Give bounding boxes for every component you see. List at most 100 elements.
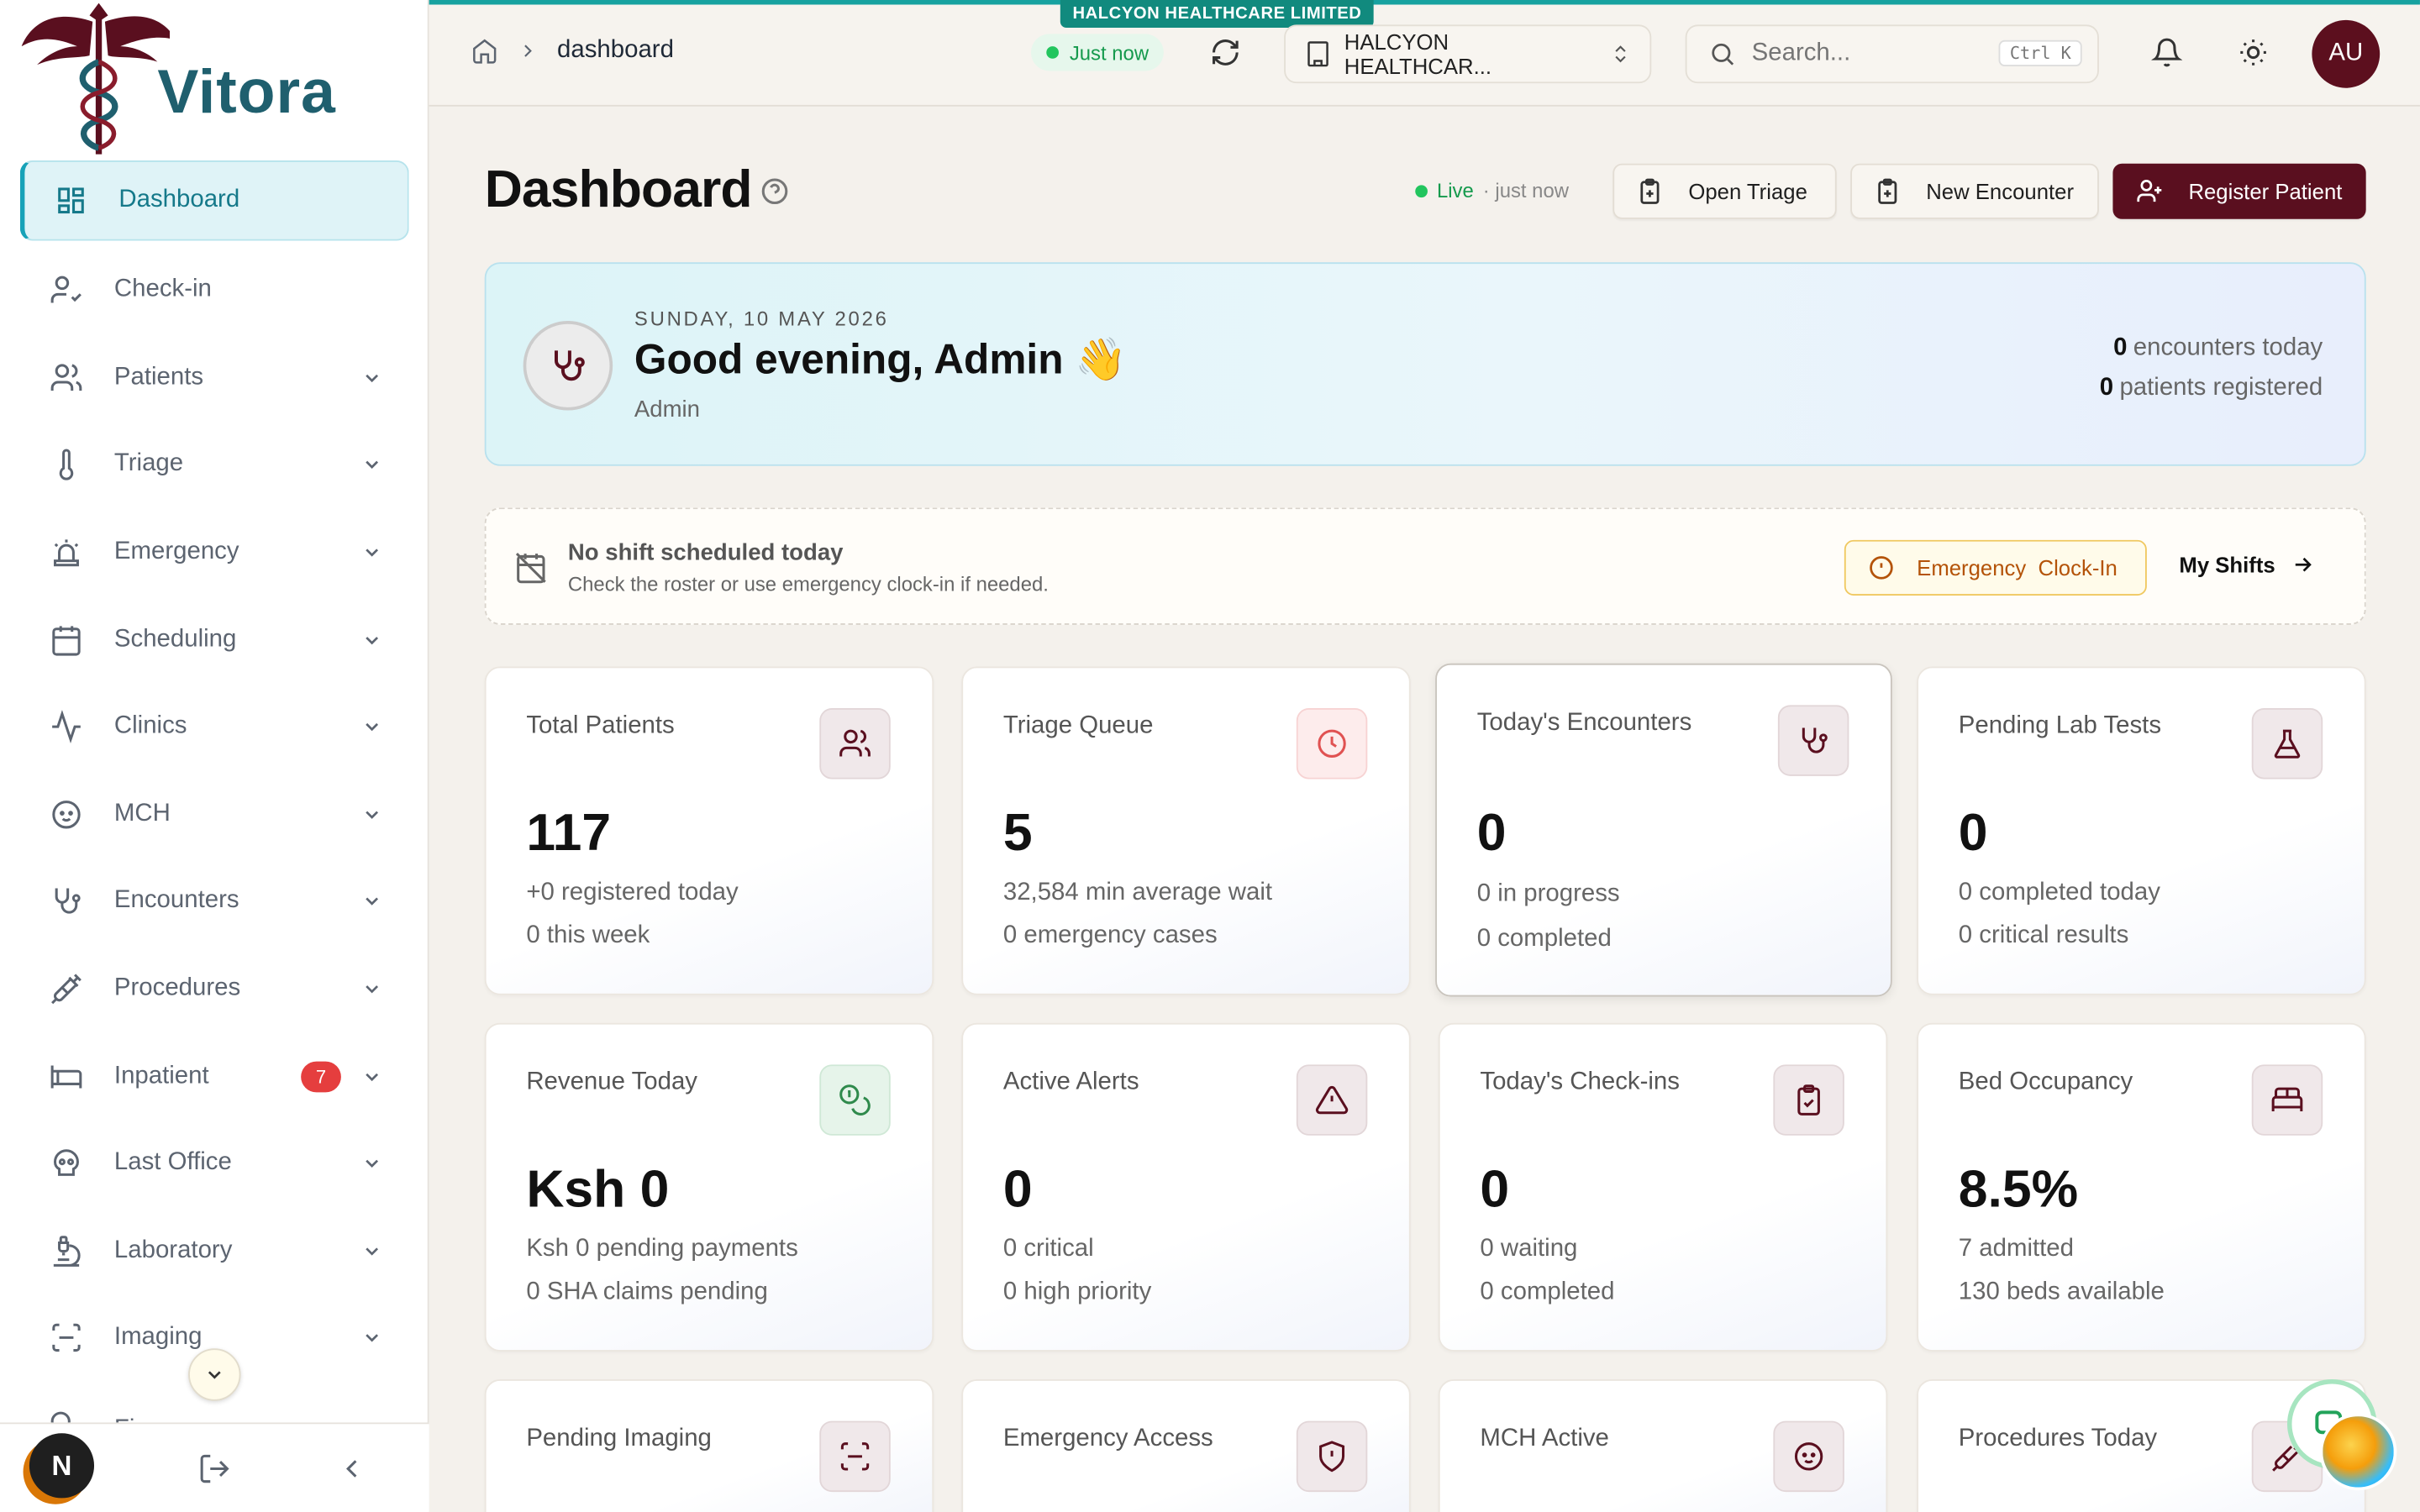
welcome-banner: SUNDAY, 10 MAY 2026 Good evening, Admin … [484,262,2366,466]
chevron-down-icon[interactable] [361,629,383,651]
logout-icon[interactable] [197,1452,231,1485]
sidebar-item-label: Clinics [113,713,187,740]
sidebar-item-label: Inpatient [113,1062,209,1089]
search-input[interactable] [1751,39,1984,68]
sidebar-item-last-office[interactable]: Last Office [0,1120,429,1207]
open-triage-button[interactable]: Open Triage [1612,163,1837,219]
stat-card-value: 5 [1002,803,1033,863]
notifications-bell-icon[interactable] [2151,37,2183,68]
syringe-icon [50,972,83,1005]
stat-card-pending-imaging[interactable]: Pending Imaging [484,1379,934,1512]
alert-circle-icon [1867,554,1895,581]
user-avatar-menu[interactable]: AU [2312,19,2381,88]
shift-title: No shift scheduled today [567,539,844,567]
stat-card-todays-encounters[interactable]: Today's Encounters 0 0 in progress 0 com… [1435,663,1892,997]
chevron-down-icon[interactable] [361,454,383,476]
sidebar-item-label: Imaging [113,1324,203,1351]
users-icon [819,708,891,780]
sidebar-item-clinics[interactable]: Clinics [0,684,429,771]
theme-toggle-sun-icon[interactable] [2238,37,2269,68]
sidebar-item-laboratory[interactable]: Laboratory [0,1207,429,1294]
clock-icon [1296,708,1368,780]
stat-card-detail: 0 this week [526,922,650,949]
chevron-down-icon[interactable] [361,1152,383,1174]
chevron-down-icon[interactable] [361,979,383,1000]
chevron-down-icon[interactable] [361,1327,383,1349]
stat-card-title: Pending Lab Tests [1958,712,2162,739]
page-title: Dashboard [484,160,753,219]
new-encounter-label: New Encounter [1926,179,2075,204]
sidebar-item-procedures[interactable]: Procedures [0,945,429,1032]
sidebar-item-encounters[interactable]: Encounters [0,858,429,945]
sidebar-item-scheduling[interactable]: Scheduling [0,596,429,684]
search-box[interactable]: Ctrl K [1685,24,2099,84]
register-patient-button[interactable]: Register Patient [2112,163,2366,219]
my-shifts-link[interactable]: My Shifts [2179,553,2315,577]
chevron-down-icon[interactable] [361,367,383,389]
users-icon [50,361,83,395]
chevron-down-icon[interactable] [361,542,383,564]
sidebar-item-label: Procedures [113,974,241,1002]
refresh-icon[interactable] [1210,37,1241,68]
stat-card-mch-active[interactable]: MCH Active [1438,1379,1888,1512]
chevron-down-icon[interactable] [361,891,383,913]
stat-card-triage-queue[interactable]: Triage Queue 5 32,584 min average wait 0… [961,666,1411,995]
chevron-right-icon [517,40,539,62]
stat-card-emergency-access[interactable]: Emergency Access [961,1379,1411,1512]
chevron-down-icon[interactable] [361,804,383,826]
organization-name: HALCYON HEALTHCAR... [1344,29,1492,79]
home-icon[interactable] [471,37,498,65]
vitora-logo[interactable]: Vitora [15,0,355,160]
collapse-sidebar-icon[interactable] [336,1453,367,1484]
microscope-icon [50,1234,83,1268]
chevron-down-icon [208,1371,221,1379]
stat-card-detail: 0 completed [1480,1278,1615,1305]
chevron-down-icon[interactable] [361,1240,383,1262]
emergency-clock-in-button[interactable]: Emergency Clock-In [1844,539,2147,596]
app-name: Vitora [157,58,336,127]
stat-card-active-alerts[interactable]: Active Alerts 0 0 critical 0 high priori… [961,1022,1411,1352]
welcome-date: SUNDAY, 10 MAY 2026 [634,307,889,331]
breadcrumb: dashboard [471,37,674,65]
activity-icon [50,710,83,744]
sidebar-item-dashboard[interactable]: Dashboard [19,160,409,241]
stat-card-title: Triage Queue [1002,712,1154,739]
help-icon[interactable] [760,176,791,207]
caduceus-logo-icon [21,3,171,155]
sidebar-item-inpatient[interactable]: Inpatient 7 [0,1032,429,1120]
stat-card-value: 0 [1480,1160,1510,1219]
calendar-off-icon [514,551,548,585]
beach-avatar-fab[interactable] [2319,1413,2397,1491]
stat-card-total-patients[interactable]: Total Patients 117 +0 registered today 0… [484,666,934,995]
sidebar-item-mch[interactable]: MCH [0,771,429,858]
chevron-down-icon[interactable] [361,717,383,738]
open-triage-label: Open Triage [1688,179,1807,204]
sidebar-footer: N [0,1422,429,1512]
sidebar: Vitora Dashboard Check-in Patients Triag… [0,0,429,1512]
user-avatar[interactable]: N [29,1433,95,1499]
scroll-down-button[interactable] [188,1348,241,1401]
shift-subtitle: Check the roster or use emergency clock-… [567,572,1049,596]
sidebar-item-label: Last Office [113,1149,232,1176]
stat-card-value: 8.5% [1958,1160,2079,1219]
stat-card-detail: Ksh 0 pending payments [526,1236,798,1263]
sidebar-item-label: Scheduling [113,626,237,653]
stat-card-revenue-today[interactable]: Revenue Today Ksh 0 Ksh 0 pending paymen… [484,1022,934,1352]
new-encounter-button[interactable]: New Encounter [1850,163,2099,219]
stat-card-title: Procedures Today [1958,1425,2158,1452]
calendar-icon [50,622,83,656]
chevron-down-icon[interactable] [361,1065,383,1087]
stat-card-bed-occupancy[interactable]: Bed Occupancy 8.5% 7 admitted 130 beds a… [1917,1022,2366,1352]
organization-select[interactable]: HALCYON HEALTHCAR... [1284,24,1652,84]
sidebar-item-patients[interactable]: Patients [0,334,429,422]
sidebar-item-triage[interactable]: Triage [0,422,429,509]
welcome-role: Admin [634,396,701,423]
live-time: · just now [1482,179,1570,202]
sidebar-item-emergency[interactable]: Emergency [0,509,429,596]
sidebar-item-label: Emergency [113,538,239,565]
stat-card-pending-lab-tests[interactable]: Pending Lab Tests 0 0 completed today 0 … [1917,666,2366,995]
stat-card-todays-check-ins[interactable]: Today's Check-ins 0 0 waiting 0 complete… [1438,1022,1888,1352]
sidebar-item-label: MCH [113,800,171,827]
sidebar-nav: Dashboard Check-in Patients Triage Emerg… [0,160,429,1444]
sidebar-item-check-in[interactable]: Check-in [0,247,429,334]
